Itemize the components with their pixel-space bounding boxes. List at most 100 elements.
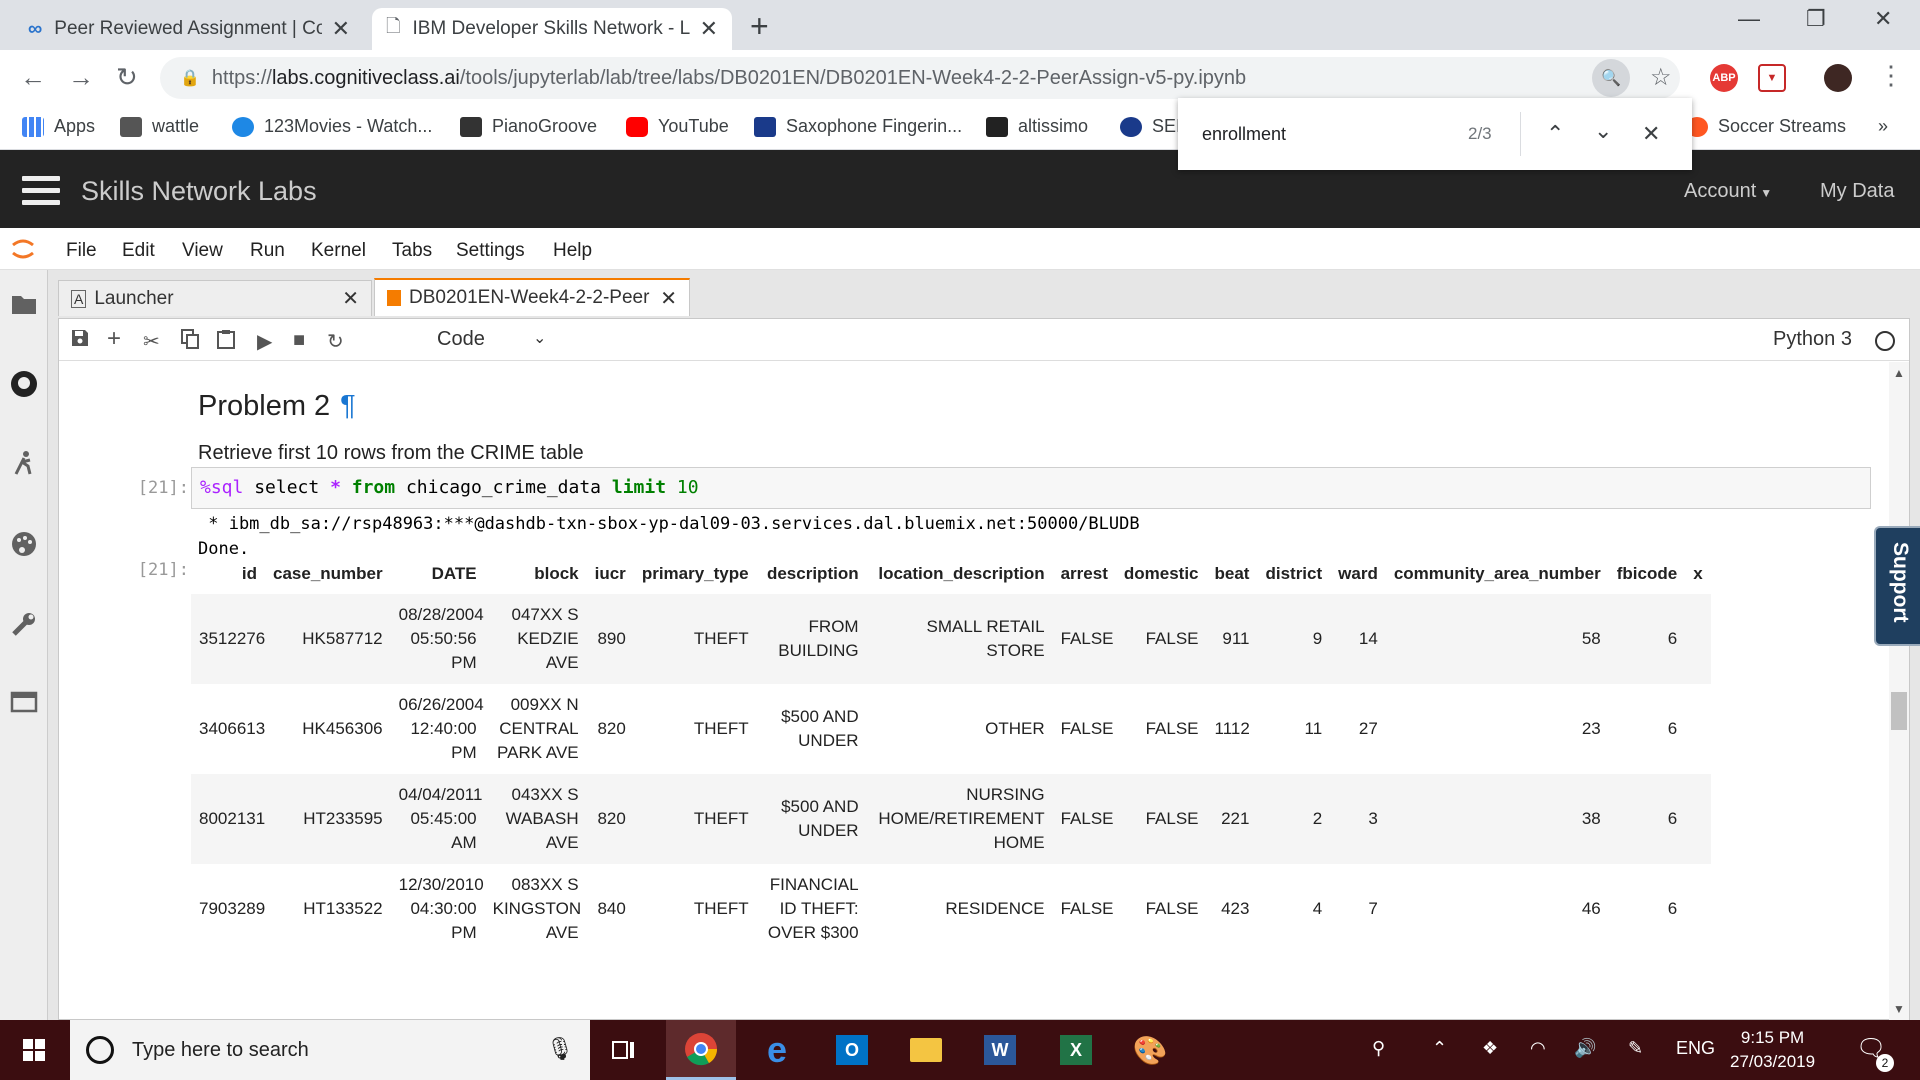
- bookmark-wattle[interactable]: wattle: [120, 116, 199, 137]
- run-icon[interactable]: ▶: [257, 329, 272, 354]
- minimize-button[interactable]: —: [1738, 6, 1760, 32]
- table-cell-fbicode: 6: [1667, 899, 1678, 918]
- code-cell[interactable]: %sql select * from chicago_crime_data li…: [191, 467, 1871, 509]
- menu-help[interactable]: Help: [553, 240, 592, 262]
- taskbar-search-box[interactable]: Type here to search 🎙: [70, 1020, 590, 1080]
- close-window-button[interactable]: ✕: [1874, 6, 1892, 32]
- paste-icon[interactable]: [217, 329, 235, 355]
- tab-notebook[interactable]: DB0201EN-Week4-2-2-Peer ✕: [374, 278, 690, 316]
- windows-start-icon[interactable]: [14, 1030, 54, 1070]
- new-tab-button[interactable]: +: [750, 8, 769, 45]
- account-menu[interactable]: Account ▼: [1684, 180, 1772, 203]
- chrome-menu-icon[interactable]: ⋮: [1878, 60, 1904, 91]
- bookmark-altissimo[interactable]: altissimo: [986, 116, 1088, 137]
- tabs-icon[interactable]: [10, 690, 38, 718]
- pen-icon[interactable]: ✎: [1628, 1038, 1643, 1059]
- chrome-taskbar-icon[interactable]: [666, 1020, 736, 1080]
- menu-settings[interactable]: Settings: [456, 240, 525, 262]
- cell-type-value: Code: [437, 328, 485, 350]
- bookmark-sei[interactable]: SEI: [1120, 116, 1181, 137]
- browser-tab-coursera[interactable]: ∞ Peer Reviewed Assignment | Cou ✕: [14, 8, 364, 50]
- word-icon[interactable]: W: [980, 1030, 1020, 1070]
- find-input[interactable]: enrollment: [1202, 124, 1286, 145]
- address-bar[interactable]: 🔒 https://labs.cognitiveclass.ai/tools/j…: [160, 57, 1680, 99]
- table-cell-ward: 27: [1358, 719, 1378, 738]
- find-prev-icon[interactable]: ⌃: [1546, 121, 1564, 147]
- file-explorer-icon[interactable]: [906, 1030, 946, 1070]
- tab-title: IBM Developer Skills Network - L: [412, 18, 690, 39]
- close-tab-icon[interactable]: ✕: [332, 16, 350, 42]
- support-tab[interactable]: Support: [1874, 526, 1920, 646]
- add-cell-icon[interactable]: +: [107, 325, 121, 353]
- taskbar-clock[interactable]: 9:15 PM 27/03/2019: [1730, 1026, 1815, 1074]
- reload-button[interactable]: ↻: [116, 62, 138, 93]
- bookmark-apps[interactable]: Apps: [22, 116, 95, 137]
- running-icon[interactable]: [10, 450, 38, 478]
- palette-icon[interactable]: [10, 530, 38, 558]
- restore-button[interactable]: ❐: [1806, 6, 1826, 32]
- vertical-scrollbar[interactable]: ▲ ▼: [1889, 362, 1909, 1020]
- more-bookmarks-icon[interactable]: »: [1878, 116, 1888, 137]
- back-button[interactable]: ←: [20, 62, 46, 93]
- volume-icon[interactable]: 🔊: [1574, 1038, 1596, 1059]
- forward-button[interactable]: →: [68, 62, 94, 93]
- brand-title[interactable]: Skills Network Labs: [81, 176, 317, 207]
- bookmark-pianogroove[interactable]: PianoGroove: [460, 116, 597, 137]
- column-header-date: DATE: [431, 564, 477, 583]
- find-close-icon[interactable]: ✕: [1642, 121, 1660, 147]
- table-cell-description: FROM BUILDING: [756, 594, 867, 684]
- close-tab-icon[interactable]: ✕: [342, 286, 359, 311]
- menu-file[interactable]: File: [66, 240, 97, 262]
- output-line: * ibm_db_sa://rsp48963:***@dashdb-txn-sb…: [198, 514, 1140, 534]
- my-data-link[interactable]: My Data: [1820, 180, 1894, 203]
- bookmark-soccer-streams[interactable]: Soccer Streams: [1686, 116, 1846, 137]
- dropbox-icon[interactable]: ❖: [1482, 1038, 1498, 1059]
- bookmark-star-icon[interactable]: ☆: [1650, 63, 1672, 92]
- stop-icon[interactable]: ■: [293, 329, 305, 352]
- find-next-icon[interactable]: ⌄: [1594, 118, 1612, 144]
- scroll-down-icon[interactable]: ▼: [1893, 1002, 1905, 1016]
- menu-kernel[interactable]: Kernel: [311, 240, 366, 262]
- adblock-icon[interactable]: ABP: [1710, 64, 1738, 92]
- cell-type-select[interactable]: Code ⌄: [437, 328, 557, 351]
- restart-icon[interactable]: ↻: [327, 329, 344, 354]
- people-icon[interactable]: ⚲: [1372, 1038, 1385, 1059]
- excel-icon[interactable]: X: [1056, 1030, 1096, 1070]
- close-tab-icon[interactable]: ✕: [700, 16, 718, 42]
- edge-icon[interactable]: e: [757, 1029, 797, 1070]
- save-icon[interactable]: [71, 329, 89, 353]
- menu-view[interactable]: View: [182, 240, 223, 262]
- find-in-page-icon[interactable]: 🔍: [1592, 59, 1630, 97]
- browser-tab-ibm[interactable]: 🗋 IBM Developer Skills Network - L ✕: [372, 8, 732, 50]
- wifi-icon[interactable]: ◠: [1530, 1038, 1546, 1059]
- tab-launcher[interactable]: A Launcher ✕: [58, 280, 372, 316]
- menu-edit[interactable]: Edit: [122, 240, 155, 262]
- menu-run[interactable]: Run: [250, 240, 285, 262]
- pocket-icon[interactable]: ▼: [1758, 64, 1786, 92]
- cut-icon[interactable]: ✂: [143, 329, 160, 354]
- outlook-icon[interactable]: O: [832, 1030, 872, 1070]
- menu-tabs[interactable]: Tabs: [392, 240, 432, 262]
- anchor-link[interactable]: ¶: [340, 390, 356, 422]
- problem-heading: Problem 2 ¶: [198, 390, 356, 423]
- copy-icon[interactable]: [181, 329, 199, 355]
- bookmark-saxophone[interactable]: Saxophone Fingerin...: [754, 116, 962, 137]
- table-cell-case-number: HK587712: [265, 594, 391, 684]
- task-view-icon[interactable]: [604, 1030, 644, 1070]
- profile-avatar[interactable]: [1824, 64, 1852, 92]
- show-hidden-icons-icon[interactable]: ⌃: [1432, 1038, 1447, 1059]
- hamburger-menu-icon[interactable]: [22, 176, 60, 205]
- bookmark-123movies[interactable]: 123Movies - Watch...: [232, 116, 432, 137]
- scrollbar-thumb[interactable]: [1891, 692, 1907, 730]
- paint-icon[interactable]: 🎨: [1130, 1030, 1170, 1070]
- bookmark-youtube[interactable]: YouTube: [626, 116, 729, 137]
- close-tab-icon[interactable]: ✕: [660, 286, 677, 311]
- browser-tab-strip: ∞ Peer Reviewed Assignment | Cou ✕ 🗋 IBM…: [0, 0, 1920, 50]
- scroll-up-icon[interactable]: ▲: [1893, 366, 1905, 380]
- github-icon[interactable]: [10, 370, 38, 398]
- wrench-icon[interactable]: [10, 610, 38, 638]
- language-indicator[interactable]: ENG: [1676, 1038, 1715, 1059]
- microphone-icon[interactable]: 🎙: [546, 1036, 574, 1062]
- kernel-name[interactable]: Python 3: [1773, 328, 1852, 351]
- folder-icon[interactable]: [10, 292, 38, 320]
